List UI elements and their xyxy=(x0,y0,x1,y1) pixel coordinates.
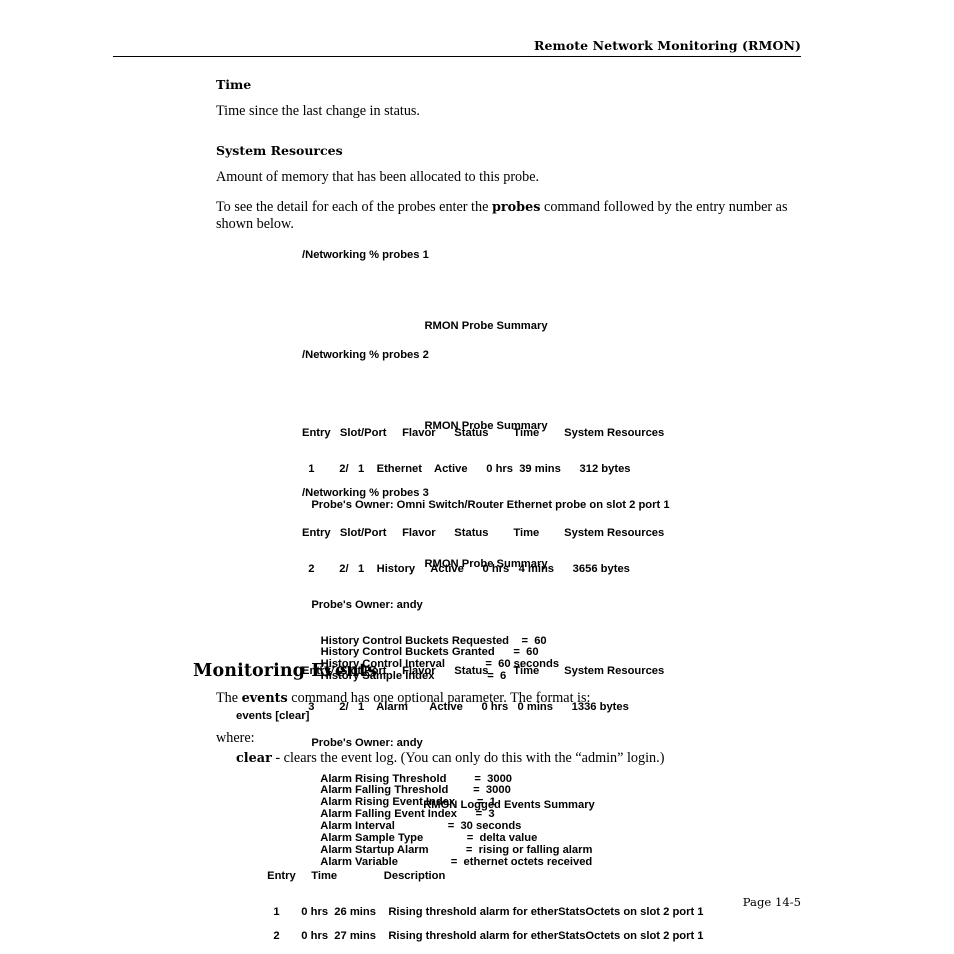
probe3-title: RMON Probe Summary xyxy=(424,558,548,571)
events-format-line: events [clear] xyxy=(236,710,310,722)
clear-description-text: - clears the event log. (You can only do… xyxy=(271,750,665,766)
events-command-keyword: events xyxy=(241,691,288,706)
events-intro-prefix: The xyxy=(216,690,242,706)
listing-logged-events: RMON Logged Events Summary Entry Time De… xyxy=(264,776,824,954)
probe2-prompt: /Networking % probes 2 xyxy=(302,348,429,361)
probes-command-keyword: probes xyxy=(491,200,541,215)
heading-system-resources: System Resources xyxy=(216,143,343,158)
paragraph-events-intro: The events command has one optional para… xyxy=(216,690,802,707)
paragraph-system-resources-body: Amount of memory that has been allocated… xyxy=(216,169,540,185)
heading-monitoring-events: Monitoring Events xyxy=(193,661,378,681)
events-table-body: 1 0 hrs 26 mins Rising threshold alarm f… xyxy=(273,905,704,942)
body-column: Time Time since the last change in statu… xyxy=(216,78,802,233)
events-table-header-row: Entry Time Description xyxy=(264,870,446,883)
document-page: Remote Network Monitoring (RMON) Time Ti… xyxy=(0,0,954,954)
heading-time: Time xyxy=(216,77,252,92)
paragraph-clear-description: clear - clears the event log. (You can o… xyxy=(236,750,802,767)
probes-intro-prefix: To see the detail for each of the probes… xyxy=(216,199,492,215)
running-header: Remote Network Monitoring (RMON) xyxy=(113,38,801,57)
events-intro-suffix: command has one optional parameter. The … xyxy=(287,690,591,706)
events-table-title: RMON Logged Events Summary xyxy=(423,798,595,811)
header-title: Remote Network Monitoring (RMON) xyxy=(533,38,801,53)
probe2-title: RMON Probe Summary xyxy=(424,420,548,433)
footer-page-number: Page 14-5 xyxy=(742,895,801,909)
header-rule xyxy=(113,56,801,57)
clear-keyword: clear xyxy=(236,751,272,766)
probe3-prompt: /Networking % probes 3 xyxy=(302,486,429,499)
probe1-prompt: /Networking % probes 1 xyxy=(302,248,429,261)
paragraph-time-body: Time since the last change in status. xyxy=(216,103,420,119)
label-where: where: xyxy=(216,730,255,746)
probe3-owner-row: Probe's Owner: andy xyxy=(302,736,423,749)
